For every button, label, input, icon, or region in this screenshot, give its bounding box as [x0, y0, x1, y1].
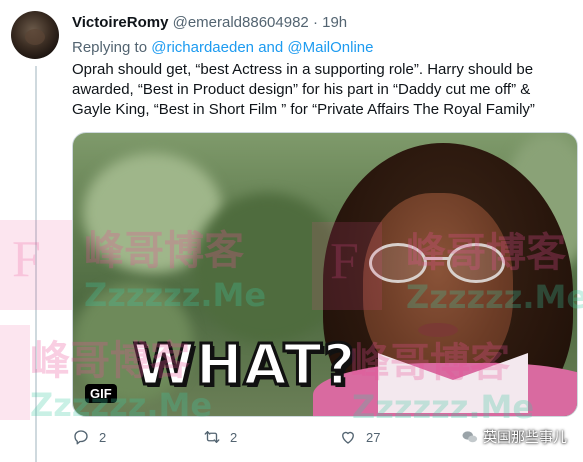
reply-handle-richardaeden[interactable]: @richardaeden	[151, 39, 254, 56]
replying-to: Replying to @richardaeden and @MailOnlin…	[72, 39, 373, 56]
tweet-text: Oprah should get, “best Actress in a sup…	[72, 60, 572, 120]
reply-count: 2	[99, 429, 107, 445]
like-action[interactable]: 27	[339, 428, 380, 446]
retweet-icon[interactable]	[203, 428, 221, 446]
reply-action[interactable]: 2	[72, 428, 106, 446]
avatar[interactable]	[11, 11, 59, 59]
tweet-header: VictoireRomy @emerald88604982 · 19h	[72, 14, 347, 31]
reply-handle-mailonline[interactable]: @MailOnline	[287, 39, 373, 56]
like-icon[interactable]	[339, 428, 357, 446]
replying-to-label: Replying to	[72, 39, 148, 56]
glasses	[369, 243, 509, 283]
person-face	[363, 193, 513, 383]
display-name[interactable]: VictoireRomy	[72, 14, 168, 31]
source-label: 英国那些事儿	[483, 429, 567, 445]
retweet-action[interactable]: 2	[203, 428, 237, 446]
watermark-block	[312, 222, 382, 310]
reply-icon[interactable]	[72, 428, 90, 446]
header-separator: ·	[312, 14, 318, 31]
source-watermark: 英国那些事儿	[461, 427, 567, 447]
watermark-block	[0, 325, 30, 420]
reply-and[interactable]: and	[258, 39, 283, 56]
user-handle[interactable]: @emerald88604982	[173, 14, 309, 31]
retweet-count: 2	[230, 429, 238, 445]
gif-caption: WHAT?	[131, 332, 357, 400]
gif-badge[interactable]: GIF	[85, 384, 117, 403]
person-mouth	[418, 323, 458, 337]
tweet-body: Oprah should get, “best Actress in a sup…	[72, 61, 535, 118]
like-count: 27	[366, 429, 381, 445]
tweet-time[interactable]: 19h	[322, 14, 347, 31]
wechat-icon	[462, 431, 478, 443]
watermark-block	[0, 220, 72, 310]
